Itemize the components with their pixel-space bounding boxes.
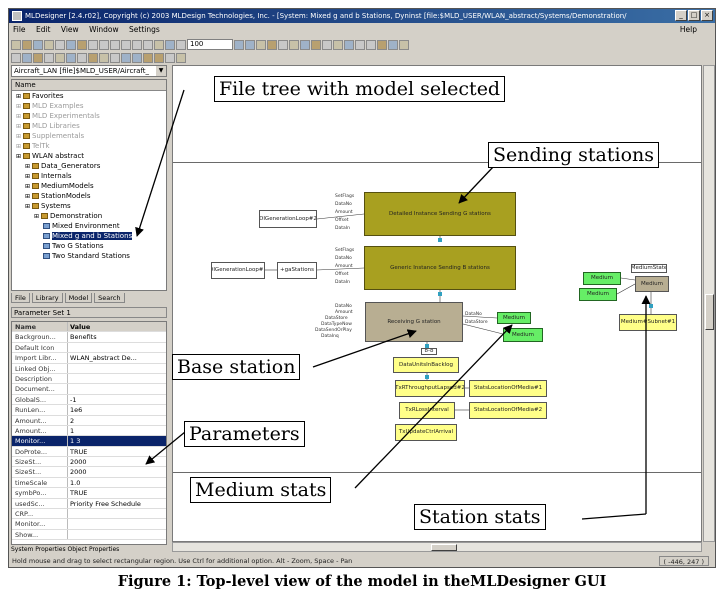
callout-station-stats: Station stats <box>414 504 546 530</box>
callout-base-station: Base station <box>172 354 301 380</box>
callout-sending-stations: Sending stations <box>488 142 660 168</box>
callout-parameters: Parameters <box>184 421 305 447</box>
callout-medium-stats: Medium stats <box>190 477 332 503</box>
figure-caption: Figure 1: Top-level view of the model in… <box>117 573 607 590</box>
callout-file-tree: File tree with model selected <box>214 76 506 102</box>
